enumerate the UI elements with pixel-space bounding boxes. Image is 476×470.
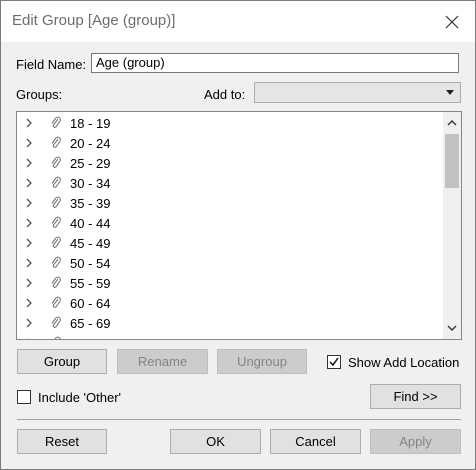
groups-label: Groups: (16, 87, 63, 102)
tree-item[interactable]: 18 - 19 (17, 113, 437, 133)
tree-item-label: 25 - 29 (70, 156, 111, 171)
chevron-right-icon[interactable] (24, 238, 34, 248)
chevron-right-icon[interactable] (24, 198, 34, 208)
paperclip-icon (51, 236, 61, 248)
dialog-title: Edit Group [Age (group)] (12, 12, 176, 29)
chevron-right-icon[interactable] (24, 278, 34, 288)
paperclip-icon (51, 196, 61, 208)
show-add-location-checkbox[interactable] (327, 355, 341, 369)
paperclip-icon (51, 316, 61, 328)
tree-item-label: 40 - 44 (70, 216, 111, 231)
field-name-label: Field Name: (16, 57, 87, 72)
tree-item[interactable]: 65 - 69 (17, 313, 437, 333)
add-to-label: Add to: (204, 87, 246, 102)
find-button[interactable]: Find >> (370, 384, 461, 409)
tree-item[interactable]: 20 - 24 (17, 133, 437, 153)
chevron-right-icon[interactable] (24, 118, 34, 128)
include-other-label: Include 'Other' (38, 390, 122, 405)
apply-button[interactable]: Apply (370, 429, 461, 454)
tree-item[interactable]: 30 - 34 (17, 173, 437, 193)
paperclip-icon (51, 156, 61, 168)
field-name-input[interactable]: Age (group) (91, 53, 459, 73)
paperclip-icon (51, 216, 61, 228)
paperclip-icon (54, 336, 61, 339)
tree-item-label: 20 - 24 (70, 136, 111, 151)
checkmark-icon (329, 357, 339, 367)
chevron-right-icon[interactable] (24, 218, 34, 228)
include-other-checkbox[interactable] (17, 390, 31, 404)
tree-item-label: 70 - 74 (70, 336, 110, 339)
vertical-scrollbar[interactable] (443, 112, 461, 339)
tree-item-label: 50 - 54 (70, 256, 111, 271)
tree-item[interactable]: 35 - 39 (17, 193, 437, 213)
close-button[interactable] (429, 1, 475, 42)
tree-item[interactable]: 25 - 29 (17, 153, 437, 173)
chevron-right-icon[interactable] (24, 158, 34, 168)
tree-item-label: 55 - 59 (70, 276, 111, 291)
scrollbar-thumb[interactable] (445, 134, 459, 188)
tree-item[interactable]: 70 - 74 (17, 333, 437, 340)
tree-item[interactable]: 40 - 44 (17, 213, 437, 233)
tree-item-label: 60 - 64 (70, 296, 111, 311)
tree-item-label: 45 - 49 (70, 236, 111, 251)
scroll-up-icon[interactable] (447, 118, 457, 128)
reset-button[interactable]: Reset (17, 429, 107, 454)
ungroup-button[interactable]: Ungroup (217, 349, 307, 374)
chevron-right-icon[interactable] (24, 258, 34, 268)
tree-item[interactable]: 45 - 49 (17, 233, 437, 253)
group-button[interactable]: Group (17, 349, 107, 374)
close-icon (445, 15, 459, 28)
tree-item-label: 65 - 69 (70, 316, 111, 331)
paperclip-icon (51, 296, 61, 308)
chevron-down-icon (446, 90, 454, 95)
divider (17, 419, 461, 420)
tree-item-label: 30 - 34 (70, 176, 111, 191)
title-bar: Edit Group [Age (group)] (1, 1, 475, 42)
tree-item[interactable]: 50 - 54 (17, 253, 437, 273)
paperclip-icon (51, 136, 61, 148)
groups-tree[interactable]: 18 - 19 20 - 24 25 - 29 30 - 34 35 - 39 40 - … (16, 111, 462, 340)
show-add-location-label: Show Add Location (348, 355, 460, 370)
chevron-right-icon[interactable] (24, 178, 34, 188)
paperclip-icon (51, 276, 61, 288)
paperclip-icon (51, 176, 61, 188)
rename-button[interactable]: Rename (117, 349, 208, 374)
chevron-right-icon[interactable] (24, 338, 34, 340)
cancel-button[interactable]: Cancel (270, 429, 361, 454)
chevron-right-icon[interactable] (24, 138, 34, 148)
ok-button[interactable]: OK (170, 429, 261, 454)
edit-group-dialog: Edit Group [Age (group)] Field Name: Age… (0, 0, 476, 470)
paperclip-icon (51, 256, 61, 268)
tree-item[interactable]: 55 - 59 (17, 273, 437, 293)
paperclip-icon (51, 116, 61, 128)
tree-item[interactable]: 60 - 64 (17, 293, 437, 313)
add-to-select[interactable] (254, 82, 461, 103)
tree-item-label: 35 - 39 (70, 196, 111, 211)
tree-item-label: 18 - 19 (70, 116, 111, 131)
scroll-down-icon[interactable] (447, 323, 457, 333)
chevron-right-icon[interactable] (24, 298, 34, 308)
chevron-right-icon[interactable] (24, 318, 34, 328)
